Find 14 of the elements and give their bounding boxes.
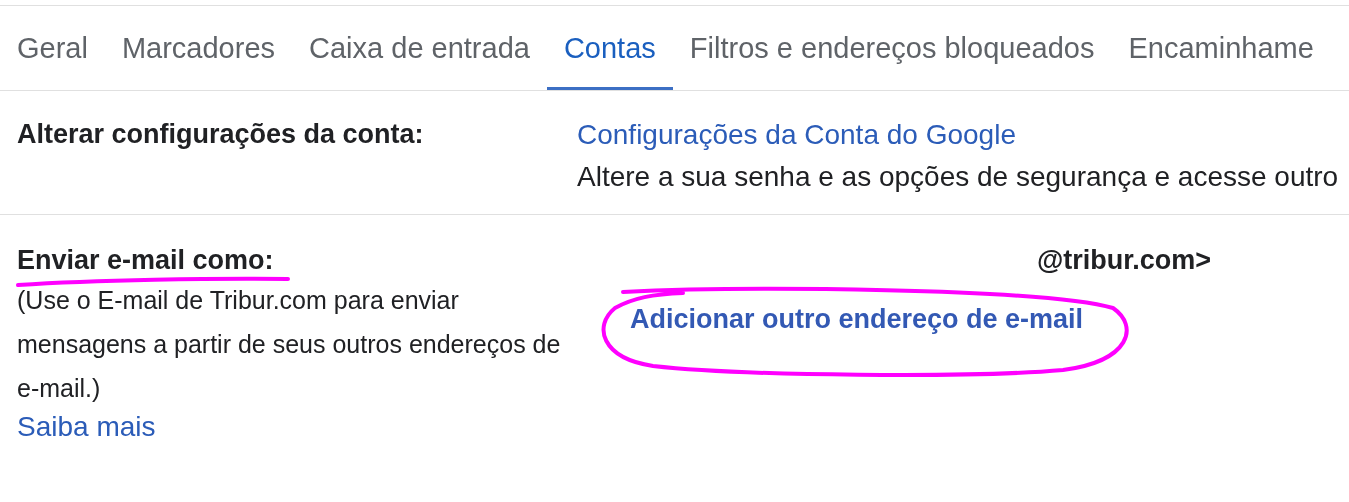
settings-tab[interactable]: Contas [546,6,673,90]
section-label: Alterar configurações da conta: [17,119,425,150]
email-address: @tribur.com> [1037,245,1212,276]
settings-tab[interactable]: Encaminhame [1111,6,1331,90]
settings-tab[interactable]: Marcadores [104,6,293,90]
learn-more-link[interactable]: Saiba mais [17,412,156,442]
section-description: (Use o E-mail de Tribur.com para enviar mensagens a partir de seus outros endereços de e-mail.) [17,285,562,404]
account-settings-link[interactable]: Configurações da Conta do Google [577,119,1339,150]
settings-tab[interactable]: Geral [0,6,105,90]
section-label: Enviar e-mail como: [17,245,275,276]
settings-tab[interactable]: Caixa de entrada [292,6,547,90]
account-description: Altere a sua senha e as opções de segurança e acesse outro [577,161,1339,192]
add-address-link[interactable]: Adicionar outro endereço de e-mail [630,304,1084,334]
settings-tab[interactable]: Filtros e endereços bloqueados [672,6,1112,90]
